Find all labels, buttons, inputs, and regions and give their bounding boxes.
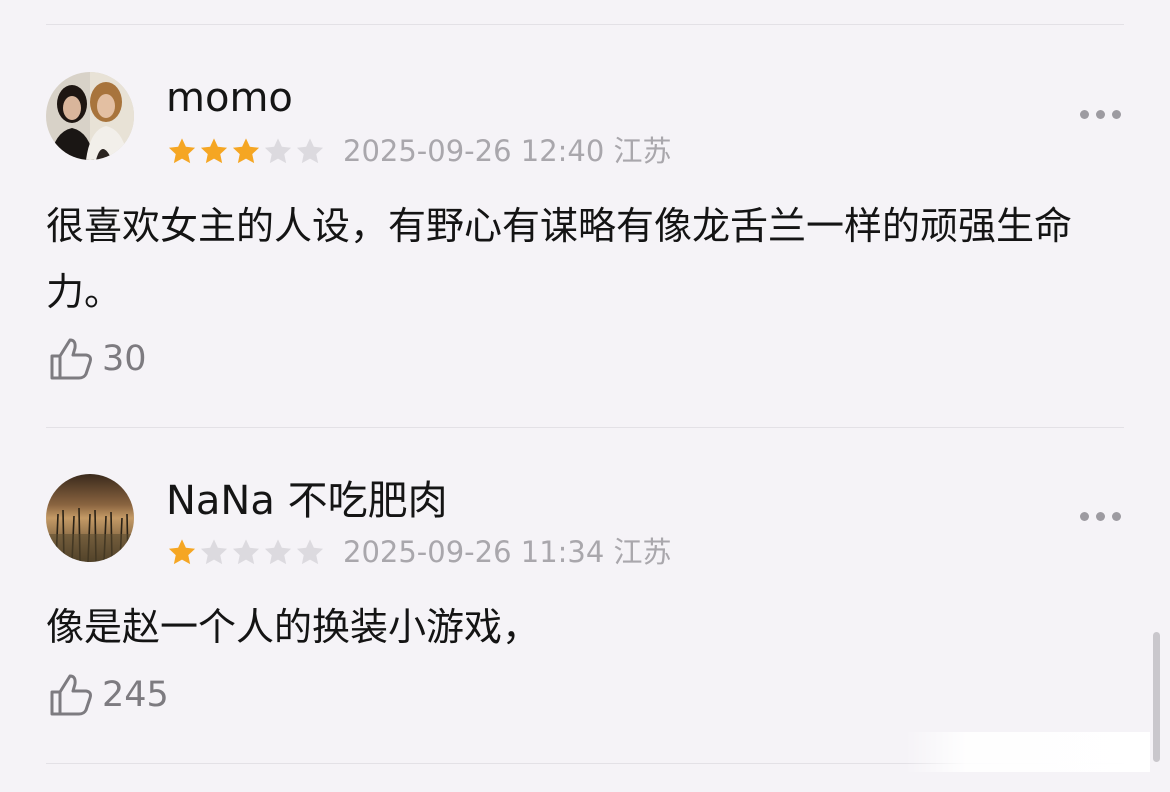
more-icon[interactable] xyxy=(1080,110,1121,119)
scrollbar[interactable] xyxy=(1153,632,1160,762)
review-meta: 2025-09-26 11:34 江苏 xyxy=(343,535,672,569)
watermark-overlay xyxy=(905,732,1150,772)
like-count: 245 xyxy=(102,675,169,715)
username[interactable]: momo xyxy=(166,74,293,122)
avatar[interactable] xyxy=(46,474,134,562)
avatar[interactable] xyxy=(46,72,134,160)
star-rating xyxy=(166,536,326,568)
review-text: 像是赵一个人的换装小游戏， xyxy=(46,605,541,649)
star-icon xyxy=(264,539,292,565)
star-icon xyxy=(264,138,292,164)
review-meta: 2025-09-26 12:40 江苏 xyxy=(343,134,672,168)
review-date: 2025-09-26 12:40 xyxy=(343,134,605,168)
review-location: 江苏 xyxy=(613,134,672,168)
like-button[interactable]: 30 xyxy=(48,336,147,382)
star-icon xyxy=(296,138,324,164)
star-icon xyxy=(200,539,228,565)
more-icon[interactable] xyxy=(1080,512,1121,521)
star-icon xyxy=(200,138,228,164)
star-icon xyxy=(168,138,196,164)
username[interactable]: NaNa 不吃肥肉 xyxy=(166,477,448,525)
thumbs-up-icon xyxy=(50,338,92,380)
like-count: 30 xyxy=(102,339,147,379)
star-icon xyxy=(232,539,260,565)
top-divider xyxy=(46,24,1124,25)
like-button[interactable]: 245 xyxy=(48,672,169,718)
review-date: 2025-09-26 11:34 xyxy=(343,535,605,569)
star-rating xyxy=(166,135,326,167)
review-location: 江苏 xyxy=(613,535,672,569)
review-divider xyxy=(46,427,1124,428)
star-icon xyxy=(168,539,196,565)
star-icon xyxy=(296,539,324,565)
review-text: 很喜欢女主的人设，有野心有谋略有像龙舌兰一样的顽强生命力。 xyxy=(46,204,1073,314)
star-icon xyxy=(232,138,260,164)
thumbs-up-icon xyxy=(50,674,92,716)
